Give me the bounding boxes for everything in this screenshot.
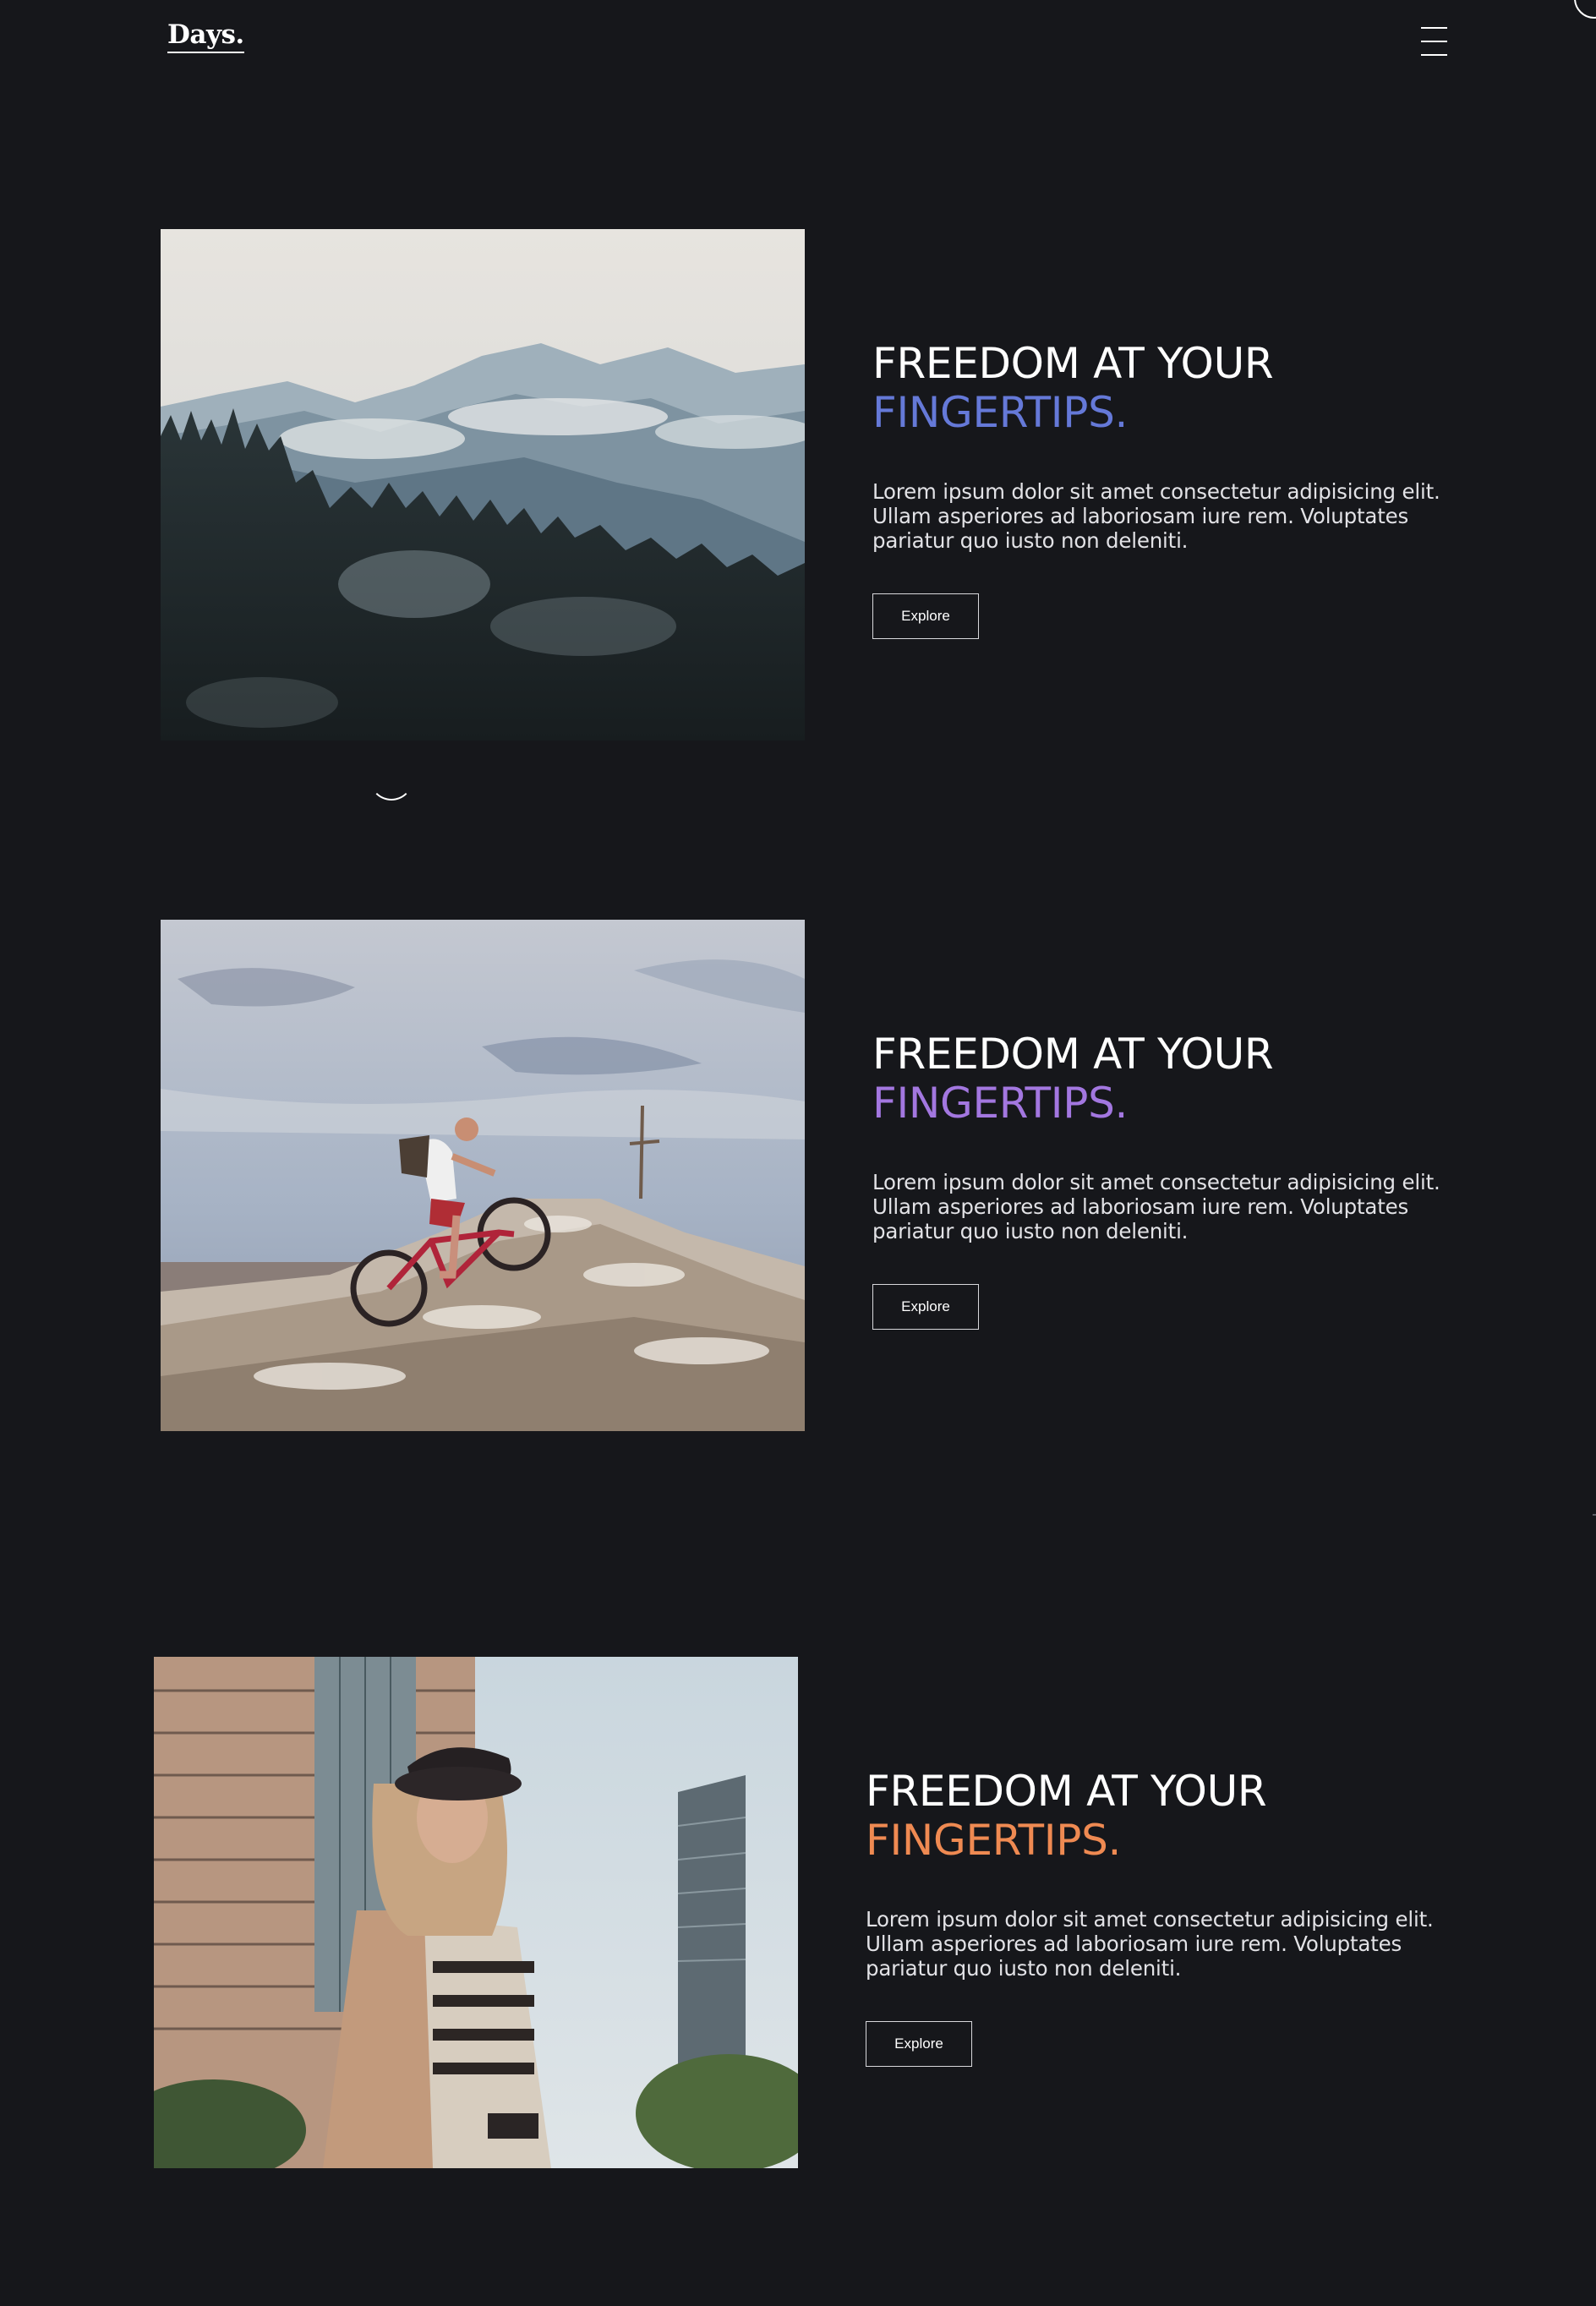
- feature-headline: FREEDOM AT YOUR FINGERTIPS.: [872, 339, 1464, 437]
- scroll-indicator-icon: [369, 757, 413, 801]
- menu-bar: [1421, 54, 1447, 56]
- headline-accent: FINGERTIPS.: [872, 388, 1129, 437]
- headline-accent: FINGERTIPS.: [872, 1079, 1129, 1128]
- feature-headline: FREEDOM AT YOUR FINGERTIPS.: [866, 1767, 1457, 1865]
- feature-copy: FREEDOM AT YOUR FINGERTIPS. Lorem ipsum …: [872, 1030, 1464, 1330]
- mountain-biker-on-rocky-summit-photo: [161, 920, 805, 1431]
- menu-bar: [1421, 27, 1447, 29]
- headline-line-1: FREEDOM AT YOUR: [872, 339, 1274, 388]
- site-logo[interactable]: Days.: [167, 22, 244, 53]
- headline-accent: FINGERTIPS.: [866, 1816, 1122, 1865]
- feature-description: Lorem ipsum dolor sit amet consectetur a…: [872, 479, 1440, 553]
- woman-in-city-with-skyscrapers-photo: [154, 1657, 798, 2168]
- feature-copy: FREEDOM AT YOUR FINGERTIPS. Lorem ipsum …: [866, 1767, 1457, 2067]
- feature-description: Lorem ipsum dolor sit amet consectetur a…: [866, 1907, 1434, 1981]
- feature-description: Lorem ipsum dolor sit amet consectetur a…: [872, 1170, 1440, 1243]
- feature-headline: FREEDOM AT YOUR FINGERTIPS.: [872, 1030, 1464, 1128]
- explore-button[interactable]: Explore: [872, 593, 979, 639]
- feature-copy: FREEDOM AT YOUR FINGERTIPS. Lorem ipsum …: [872, 339, 1464, 639]
- misty-forest-mountains-photo: [161, 229, 805, 740]
- headline-line-1: FREEDOM AT YOUR: [866, 1767, 1267, 1816]
- explore-button[interactable]: Explore: [866, 2021, 972, 2067]
- explore-button[interactable]: Explore: [872, 1284, 979, 1330]
- hamburger-menu-icon[interactable]: [1418, 25, 1449, 57]
- edge-marker: [1593, 1514, 1596, 1516]
- headline-line-1: FREEDOM AT YOUR: [872, 1030, 1274, 1079]
- cursor-follower-circle: [1574, 0, 1596, 19]
- menu-bar: [1421, 41, 1447, 42]
